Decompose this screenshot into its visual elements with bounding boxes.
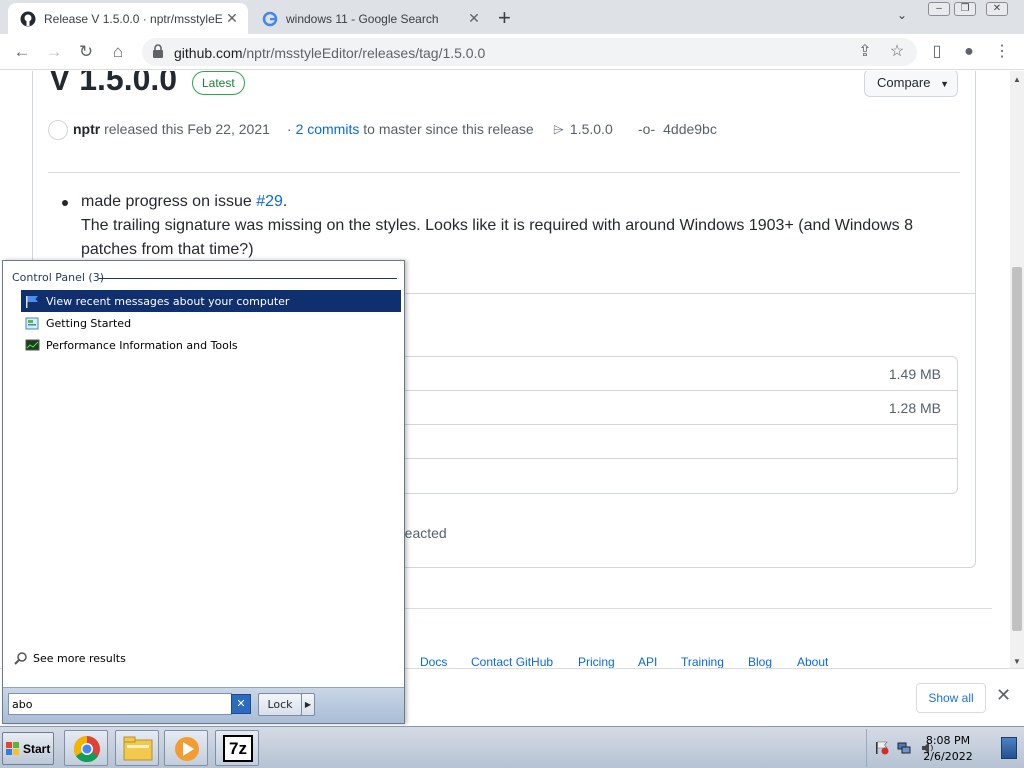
clock-time: 8:08 PM bbox=[925, 734, 971, 747]
minimize-button[interactable]: – bbox=[928, 2, 950, 16]
scroll-up-icon[interactable]: ▲ bbox=[1013, 75, 1021, 84]
asset-size: 1.28 MB bbox=[888, 400, 941, 416]
asset-size: 1.49 MB bbox=[888, 366, 941, 382]
bookmark-star-icon[interactable]: ☆ bbox=[888, 43, 906, 61]
scroll-down-icon[interactable]: ▼ bbox=[1013, 657, 1021, 666]
tab-github-release[interactable]: Release V 1.5.0.0 · nptr/msstyleEdi ✕ bbox=[8, 3, 248, 34]
footer-link-contact[interactable]: Contact GitHub bbox=[471, 655, 553, 668]
clock-date: 2/6/2022 bbox=[923, 750, 973, 763]
side-panel-icon[interactable]: ▯ bbox=[928, 43, 946, 61]
issue-link[interactable]: #29 bbox=[256, 193, 283, 210]
page-scrollbar[interactable]: ▲ ▼ bbox=[1010, 71, 1024, 668]
search-input[interactable]: abo bbox=[8, 693, 232, 715]
tab-close-icon[interactable]: ✕ bbox=[464, 10, 484, 27]
footer-link-pricing[interactable]: Pricing bbox=[578, 655, 615, 668]
performance-icon bbox=[25, 339, 40, 350]
back-icon[interactable]: ← bbox=[10, 40, 34, 64]
list-bullet bbox=[62, 200, 68, 206]
close-window-button[interactable]: ✕ bbox=[986, 2, 1008, 16]
search-result-item[interactable]: View recent messages about your computer bbox=[21, 290, 401, 312]
commit-info[interactable]: -o- 4dde9bc bbox=[638, 121, 717, 137]
start-menu: Control Panel (3) View recent messages a… bbox=[2, 260, 405, 724]
release-note-body: The trailing signature was missing on th… bbox=[81, 217, 913, 258]
footer-link-about[interactable]: About bbox=[797, 655, 828, 668]
url-text: github.com/nptr/msstyleEditor/releases/t… bbox=[174, 45, 486, 61]
scrollbar-thumb[interactable] bbox=[1012, 267, 1022, 631]
chrome-icon bbox=[73, 735, 100, 763]
close-icon[interactable]: ✕ bbox=[996, 685, 1011, 706]
taskbar: Start 7z 8:08 PM 2/6/2022 bbox=[0, 726, 1024, 768]
search-result-item[interactable]: Performance Information and Tools bbox=[21, 334, 401, 356]
reload-icon[interactable]: ↻ bbox=[74, 40, 98, 64]
footer-link-docs[interactable]: Docs bbox=[420, 655, 447, 668]
new-tab-button[interactable]: + bbox=[498, 5, 511, 31]
search-group-header: Control Panel (3) bbox=[12, 271, 105, 284]
google-icon bbox=[262, 11, 278, 26]
profile-avatar-icon[interactable]: ● bbox=[960, 43, 978, 61]
latest-badge: Latest bbox=[192, 71, 245, 95]
tab-title: Release V 1.5.0.0 · nptr/msstyleEdi bbox=[44, 11, 222, 26]
menu-kebab-icon[interactable]: ⋮ bbox=[993, 43, 1011, 61]
reactions-text: reacted bbox=[400, 525, 447, 541]
explorer-icon bbox=[123, 736, 153, 761]
show-all-button[interactable]: Show all bbox=[916, 683, 986, 713]
7zip-icon: 7z bbox=[223, 735, 253, 762]
media-player-icon bbox=[175, 737, 199, 761]
see-more-results-link[interactable]: See more results bbox=[13, 651, 126, 666]
forward-icon[interactable]: → bbox=[42, 40, 66, 64]
divider bbox=[99, 278, 397, 279]
taskbar-chrome[interactable] bbox=[64, 730, 108, 766]
footer-link-blog[interactable]: Blog bbox=[748, 655, 772, 668]
tab-title: windows 11 - Google Search bbox=[286, 11, 439, 26]
commits-info: · 2 commits to master since this release bbox=[287, 121, 534, 137]
dropdown-caret-icon: ▼ bbox=[940, 79, 950, 89]
home-icon[interactable]: ⌂ bbox=[106, 40, 130, 64]
power-options-arrow-icon[interactable]: ▶ bbox=[301, 693, 315, 716]
released-date: released this Feb 22, 2021 bbox=[104, 121, 270, 137]
tab-google-search[interactable]: windows 11 - Google Search ✕ bbox=[250, 3, 490, 34]
release-meta: nptr released this Feb 22, 2021 bbox=[73, 121, 270, 137]
restore-button[interactable]: ❐ bbox=[954, 2, 976, 16]
author-link[interactable]: nptr bbox=[73, 121, 100, 137]
divider bbox=[48, 172, 960, 173]
commit-icon: -o- bbox=[638, 121, 656, 137]
taskbar-7zip[interactable]: 7z bbox=[215, 730, 259, 766]
windows-logo-icon bbox=[6, 741, 19, 755]
address-bar[interactable]: github.com/nptr/msstyleEditor/releases/t… bbox=[142, 38, 917, 66]
action-center-flag-icon[interactable] bbox=[875, 741, 889, 755]
taskbar-media-player[interactable] bbox=[164, 730, 208, 766]
tag-icon: ⌲ bbox=[553, 121, 564, 137]
footer-link-training[interactable]: Training bbox=[681, 655, 724, 668]
clear-search-icon[interactable]: ✕ bbox=[231, 694, 251, 714]
network-icon[interactable] bbox=[897, 741, 911, 755]
share-icon[interactable]: ⇪ bbox=[856, 43, 874, 61]
start-menu-footer: abo ✕ Lock ▶ bbox=[3, 687, 404, 723]
getting-started-icon bbox=[25, 317, 39, 329]
show-desktop-button[interactable] bbox=[1001, 737, 1017, 759]
search-result-item[interactable]: Getting Started bbox=[21, 312, 401, 334]
flag-icon bbox=[26, 295, 38, 308]
lock-icon[interactable] bbox=[153, 44, 163, 58]
system-tray: 8:08 PM 2/6/2022 bbox=[866, 729, 1022, 767]
start-button[interactable]: Start bbox=[2, 732, 54, 765]
github-icon bbox=[20, 11, 36, 26]
clock[interactable]: 8:08 PM 2/6/2022 bbox=[913, 733, 983, 765]
taskbar-explorer[interactable] bbox=[115, 730, 159, 766]
compare-button[interactable]: Compare ▼ bbox=[864, 71, 958, 97]
tab-close-icon[interactable]: ✕ bbox=[222, 10, 242, 27]
search-icon bbox=[14, 652, 27, 665]
release-notes: made progress on issue #29. The trailing… bbox=[81, 190, 941, 262]
tab-strip: Release V 1.5.0.0 · nptr/msstyleEdi ✕ wi… bbox=[0, 0, 1024, 34]
lock-button[interactable]: Lock bbox=[258, 693, 302, 716]
release-title: V 1.5.0.0 bbox=[49, 71, 178, 97]
footer-link-api[interactable]: API bbox=[638, 655, 657, 668]
browser-toolbar: ← → ↻ ⌂ github.com/nptr/msstyleEditor/re… bbox=[0, 34, 1024, 70]
avatar[interactable] bbox=[48, 120, 68, 140]
tab-search-chevron-icon[interactable]: ⌄ bbox=[897, 8, 907, 22]
tag-info[interactable]: ⌲ 1.5.0.0 bbox=[553, 121, 613, 138]
commits-link[interactable]: 2 commits bbox=[296, 121, 360, 137]
